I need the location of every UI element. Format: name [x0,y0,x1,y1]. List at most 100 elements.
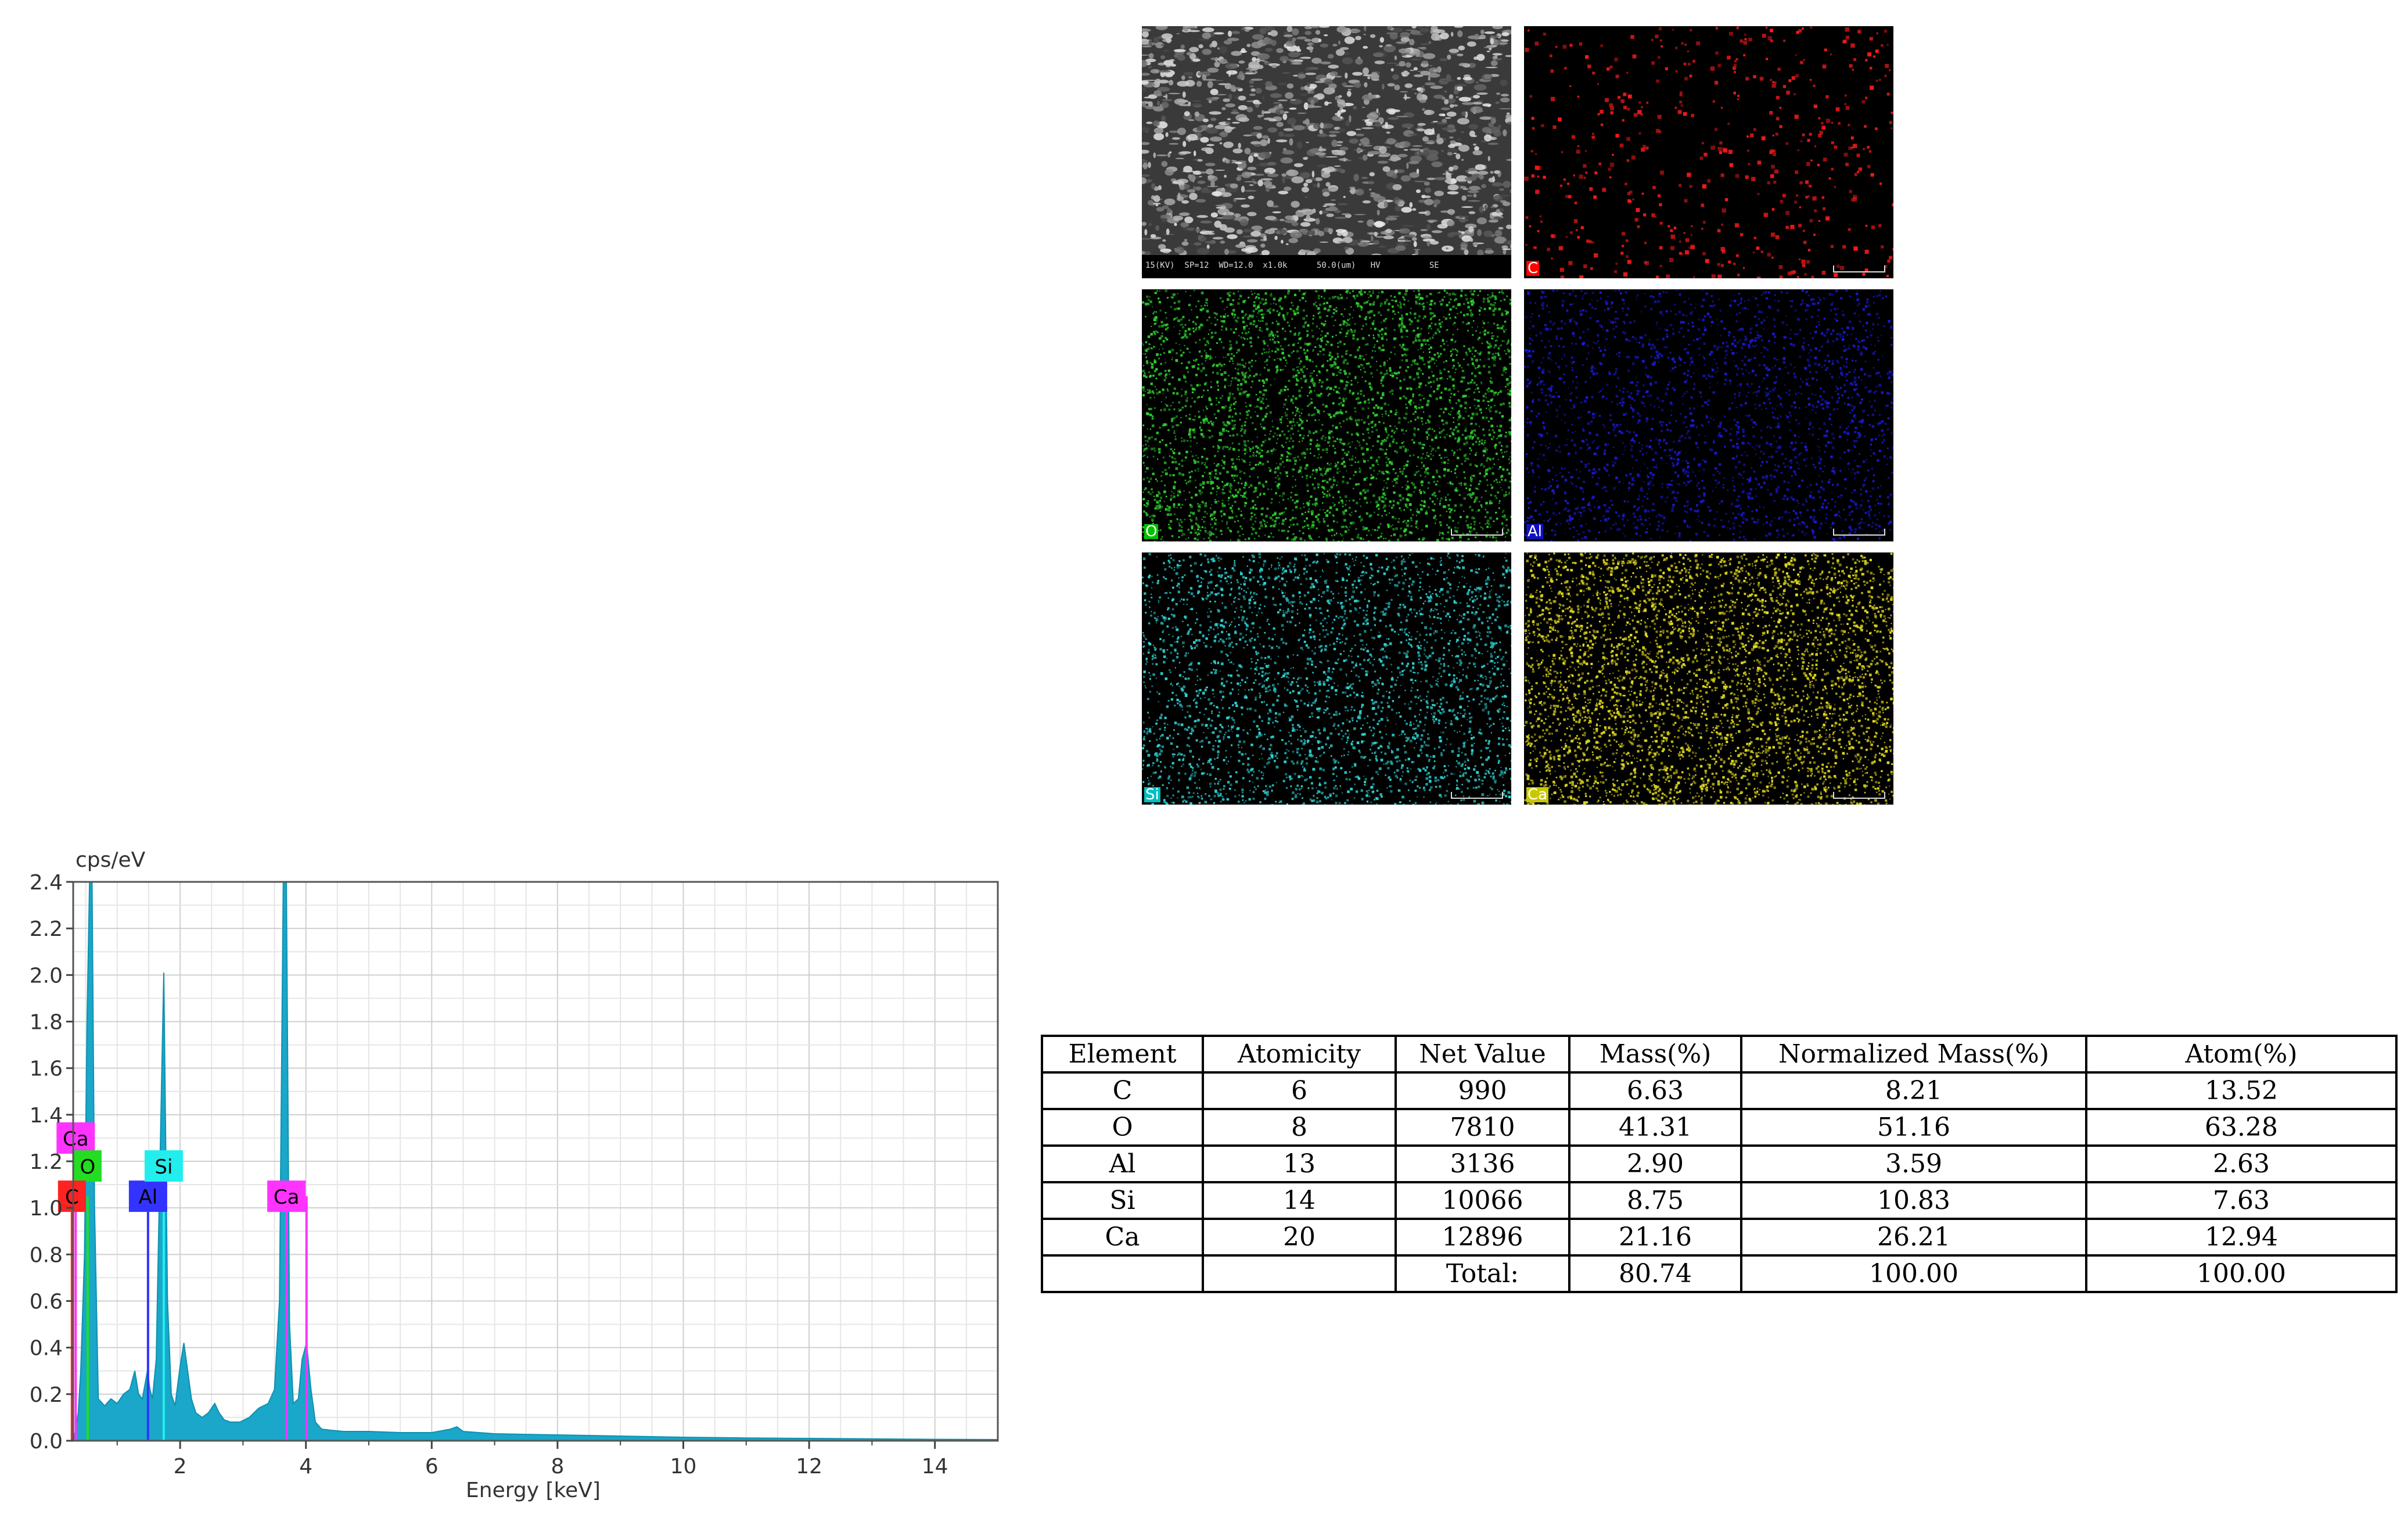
cell-element: Ca [1041,1218,1204,1257]
cell-atom: 13.52 [2085,1071,2398,1110]
y-tick-label: 0.6 [30,1290,63,1314]
sem-info-text: 15(KV) SP=12 WD=12.0 x1.0k 50.0(um) HV S… [1145,261,1439,270]
ca-map-label: Ca [1526,786,1549,803]
y-tick-label: 0.4 [30,1337,63,1361]
scale-bar [1833,792,1885,799]
grid [73,881,998,1441]
y-tick-label: 0.8 [30,1243,63,1267]
x-tick-label: 4 [299,1455,312,1478]
scale-bar [1451,529,1503,536]
si-element-map: Si [1142,552,1511,805]
eds-spectrum-chart: Ca O C Al Si Ca 0.0 0.2 0.4 0.6 0.8 1.0 1.2 1.4 1.6 1.… [0,839,1022,1518]
o-map-image [1142,289,1511,541]
y-tick-label: 0.0 [30,1430,63,1454]
cell-normalized-mass: 10.83 [1740,1181,2087,1220]
cell-atomicity: 13 [1202,1144,1397,1183]
cell-atomicity [1202,1254,1397,1293]
cell-normalized-mass: 100.00 [1740,1254,2087,1293]
y-tick-label: 2.0 [30,964,63,988]
cell-atom: 63.28 [2085,1108,2398,1147]
cell-normalized-mass: 26.21 [1740,1218,2087,1257]
x-tick-label: 6 [425,1455,439,1478]
cell-net-value: 990 [1395,1071,1570,1110]
table-row: Al 13 3136 2.90 3.59 2.63 [1041,1144,2398,1183]
cell-atom: 2.63 [2085,1144,2398,1183]
cell-element: Al [1041,1144,1204,1183]
header-atom: Atom(%) [2085,1035,2398,1074]
cell-element: Si [1041,1181,1204,1220]
y-axis-label: cps/eV [76,848,146,872]
ca-element-map: Ca [1524,552,1893,805]
header-atomicity: Atomicity [1202,1035,1397,1074]
cell-mass: 8.75 [1568,1181,1742,1220]
scale-bar [1451,792,1503,799]
spectrum-plot: Ca OC Al Si Ca 0.0 0.2 0.4 0.6 0.8 1.0 1.2 1.4 1.6 1.… [30,848,999,1502]
cell-normalized-mass: 3.59 [1740,1144,2087,1183]
al-map-label: Al [1526,523,1544,540]
al-map-image [1524,289,1893,541]
x-tick-label: 12 [796,1455,822,1478]
cell-net-value: Total: [1395,1254,1570,1293]
cell-element: C [1041,1071,1204,1110]
cell-element [1041,1254,1204,1293]
cell-atom: 100.00 [2085,1254,2398,1293]
x-tick-label: 2 [174,1455,187,1478]
y-tick-label: 1.6 [30,1057,63,1081]
y-tick-label: 1.4 [30,1104,63,1128]
header-net-value: Net Value [1395,1035,1570,1074]
element-map-grid: 15(KV) SP=12 WD=12.0 x1.0k 50.0(um) HV S… [1142,26,1893,809]
x-tick-label: 14 [922,1455,948,1478]
y-tick-label: 1.0 [30,1197,63,1221]
table-row: Total: 80.74 100.00 100.00 [1041,1254,2398,1293]
scale-bar [1833,529,1885,536]
header-element: Element [1041,1035,1204,1074]
cell-net-value: 7810 [1395,1108,1570,1147]
cell-atom: 12.94 [2085,1218,2398,1257]
element-marker-label: Ca [274,1186,300,1209]
cell-mass: 41.31 [1568,1108,1742,1147]
element-marker-label: Al [139,1186,158,1209]
element-marker-label: Ca [63,1128,89,1151]
cell-normalized-mass: 51.16 [1740,1108,2087,1147]
cell-net-value: 3136 [1395,1144,1570,1183]
cell-mass: 6.63 [1568,1071,1742,1110]
header-mass: Mass(%) [1568,1035,1742,1074]
y-tick-label: 0.2 [30,1383,63,1407]
composition-table: Element Atomicity Net Value Mass(%) Norm… [1041,1035,2398,1293]
cell-mass: 2.90 [1568,1144,1742,1183]
cell-atomicity: 20 [1202,1218,1397,1257]
y-tick-label: 2.4 [30,871,63,895]
header-normalized-mass: Normalized Mass(%) [1740,1035,2087,1074]
al-element-map: Al [1524,289,1893,541]
c-map-label: C [1526,260,1540,277]
cell-normalized-mass: 8.21 [1740,1071,2087,1110]
x-axis-label: Energy [keV] [466,1478,601,1502]
element-marker-label: C [65,1186,79,1209]
scale-bar [1833,265,1885,272]
y-tick-label: 1.8 [30,1011,63,1035]
table-row: Si 14 10066 8.75 10.83 7.63 [1041,1181,2398,1220]
cell-mass: 21.16 [1568,1218,1742,1257]
cell-net-value: 12896 [1395,1218,1570,1257]
cell-mass: 80.74 [1568,1254,1742,1293]
si-map-label: Si [1144,786,1160,803]
cell-element: O [1041,1108,1204,1147]
y-tick-label: 1.2 [30,1150,63,1174]
cell-net-value: 10066 [1395,1181,1570,1220]
cell-atomicity: 8 [1202,1108,1397,1147]
table-row: C 6 990 6.63 8.21 13.52 [1041,1071,2398,1110]
x-tick-label: 10 [670,1455,697,1478]
o-element-map: O [1142,289,1511,541]
table-row: O 8 7810 41.31 51.16 63.28 [1041,1108,2398,1147]
sem-info-bar: 15(KV) SP=12 WD=12.0 x1.0k 50.0(um) HV S… [1142,255,1511,278]
element-marker-label: O [80,1155,96,1179]
sem-micrograph-image [1142,26,1511,259]
ca-map-image [1524,552,1893,805]
o-map-label: O [1144,523,1159,540]
cell-atom: 7.63 [2085,1181,2398,1220]
c-element-map: C [1524,26,1893,278]
sem-micrograph: 15(KV) SP=12 WD=12.0 x1.0k 50.0(um) HV S… [1142,26,1511,278]
c-map-image [1524,26,1893,278]
table-row: Ca 20 12896 21.16 26.21 12.94 [1041,1218,2398,1257]
cell-atomicity: 6 [1202,1071,1397,1110]
